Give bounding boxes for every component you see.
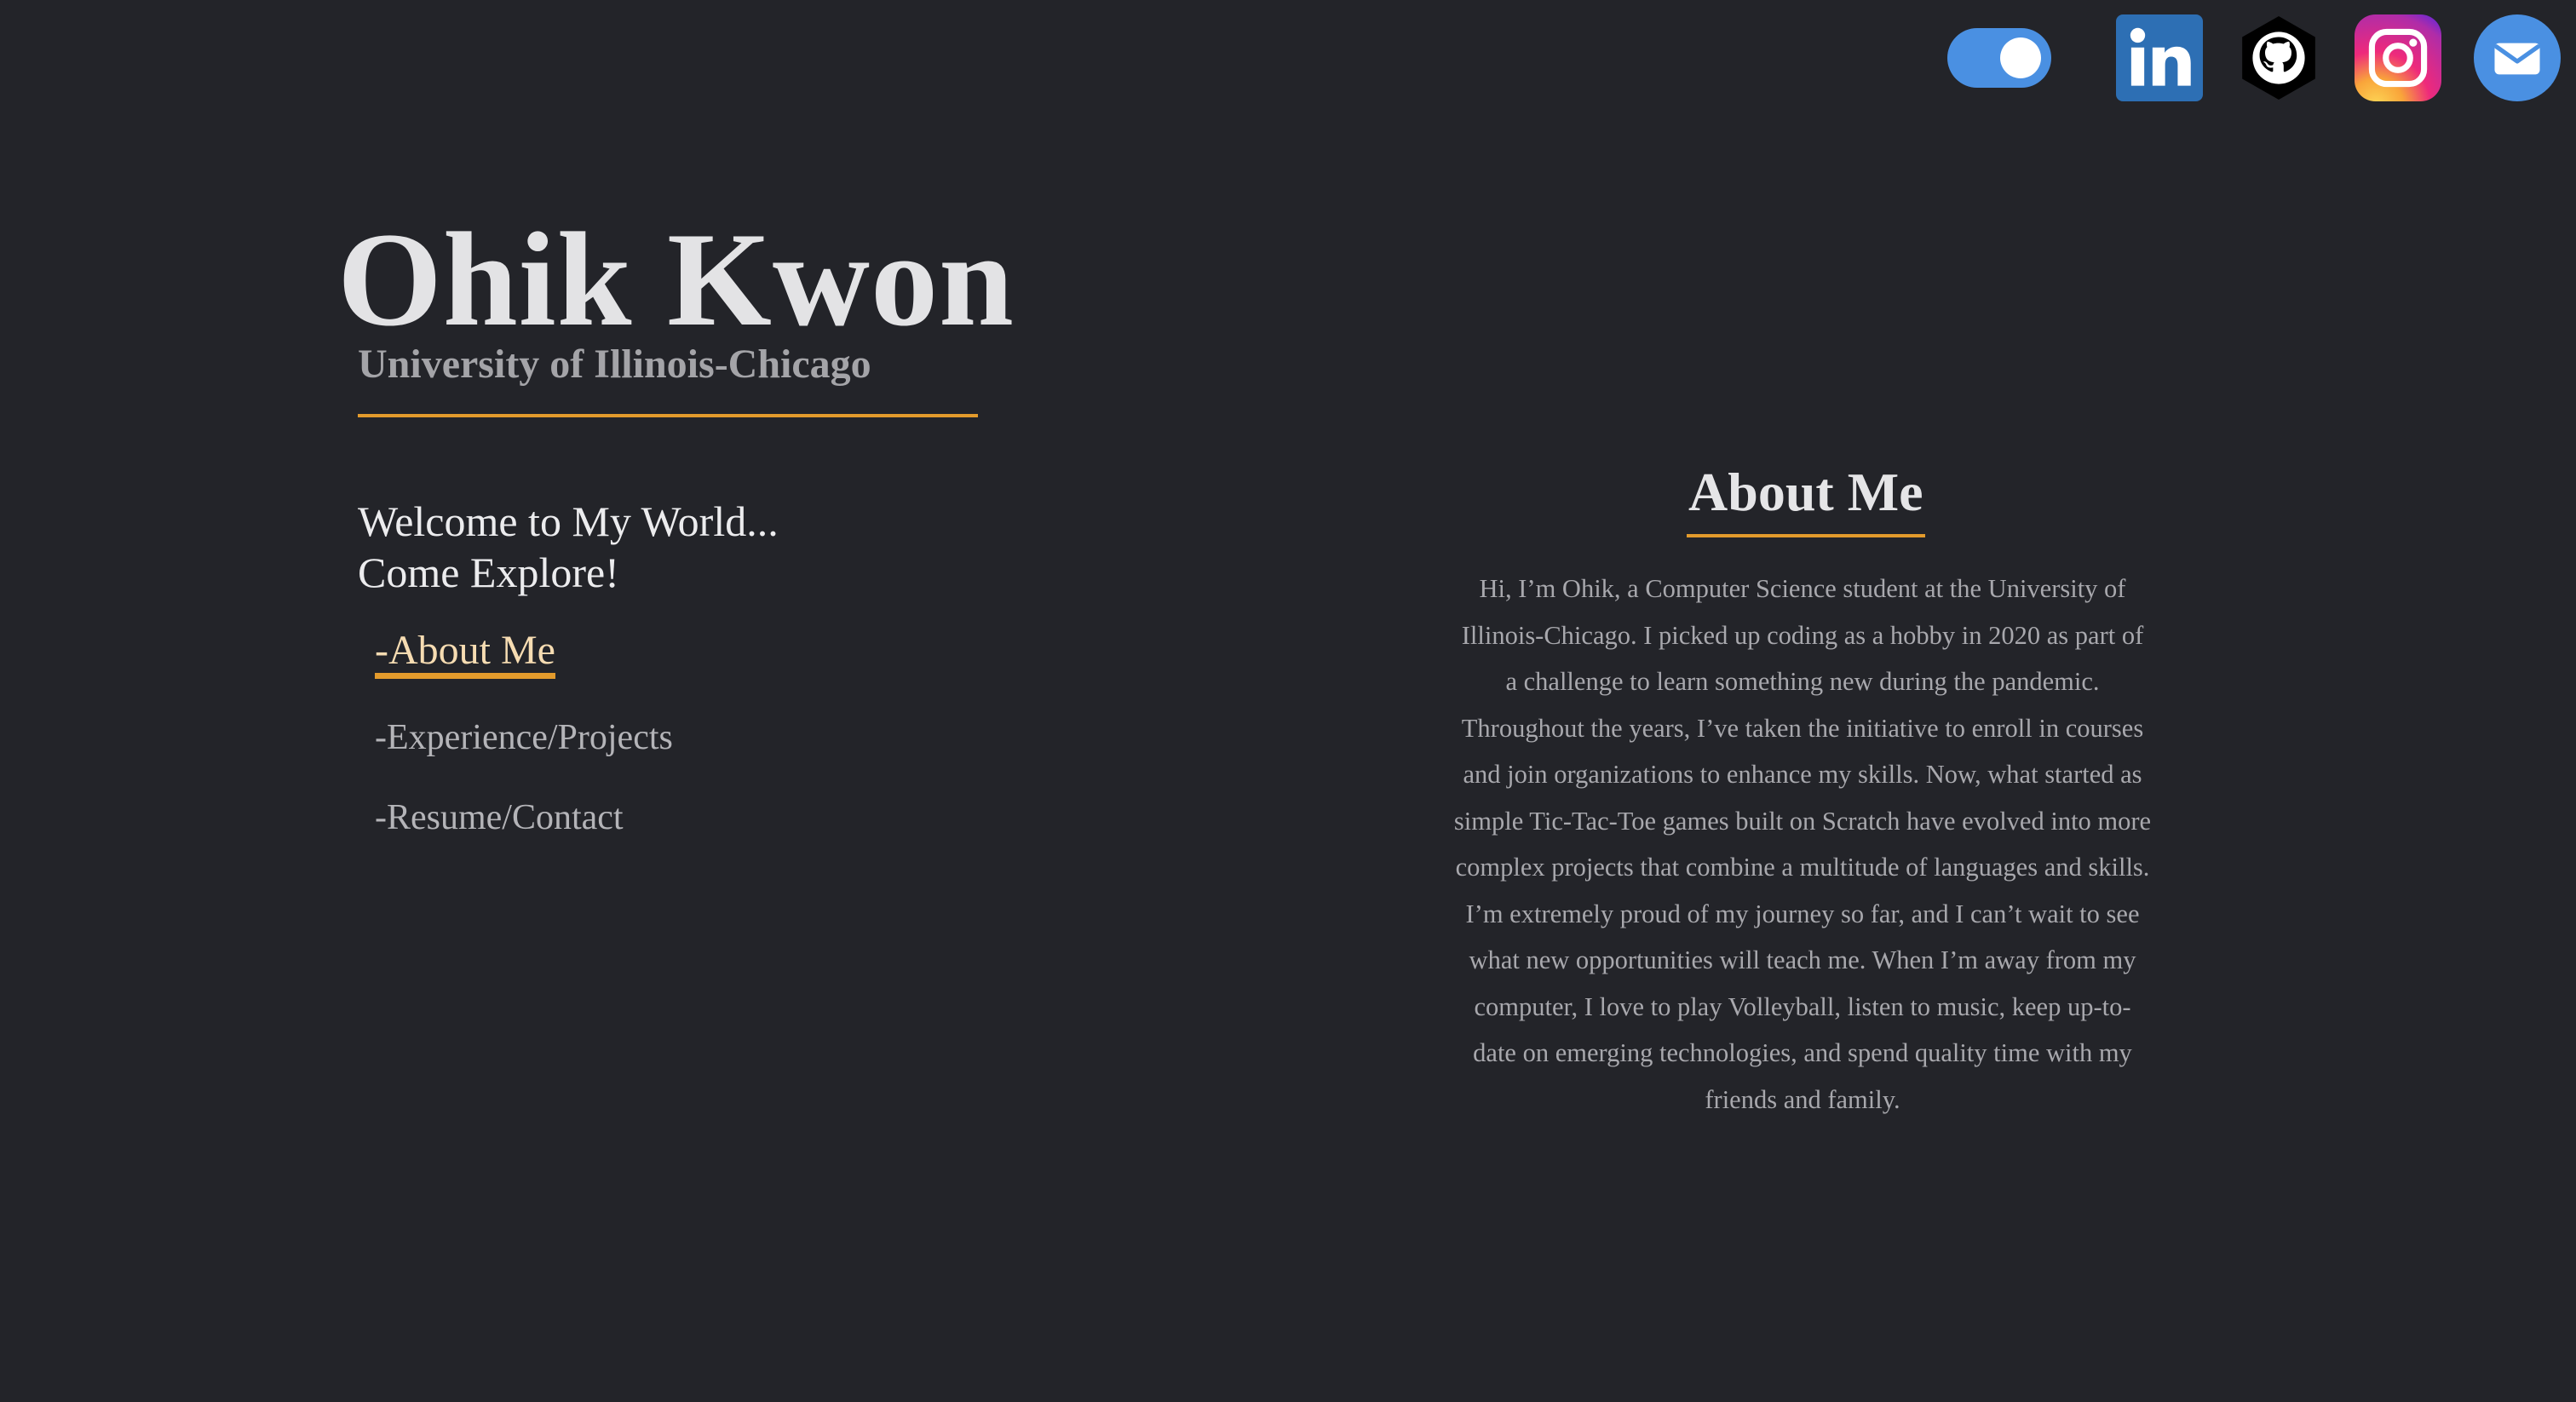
instagram-link[interactable] [2355,14,2441,101]
welcome-line-2: Come Explore! [358,549,619,596]
about-heading: About Me [1688,462,1923,522]
github-link[interactable] [2235,14,2322,101]
theme-toggle[interactable] [1947,28,2051,88]
linkedin-icon [2116,14,2203,101]
instagram-icon [2355,14,2441,101]
title-divider [358,414,978,417]
nav-item-resume-contact[interactable]: -Resume/Contact [375,800,624,836]
toggle-knob [2000,37,2041,78]
nav-item-experience-projects[interactable]: -Experience/Projects [375,720,673,756]
nav-item-about-me[interactable]: -About Me [375,630,555,679]
linkedin-link[interactable] [2116,14,2203,101]
portfolio-page: Ohik Kwon University of Illinois-Chicago… [0,0,2576,1402]
welcome-message: Welcome to My World... Come Explore! [358,496,779,598]
page-title: Ohik Kwon [337,205,1015,354]
welcome-line-1: Welcome to My World... [358,497,779,545]
school-subtitle: University of Illinois-Chicago [358,342,871,387]
about-divider [1687,534,1925,537]
section-nav: -About Me -Experience/Projects -Resume/C… [375,630,673,880]
about-paragraph: Hi, I’m Ohik, a Computer Science student… [1453,574,2152,1114]
github-icon [2242,16,2315,100]
mail-icon [2474,14,2561,101]
social-bar [1947,14,2561,102]
email-link[interactable] [2474,14,2561,101]
